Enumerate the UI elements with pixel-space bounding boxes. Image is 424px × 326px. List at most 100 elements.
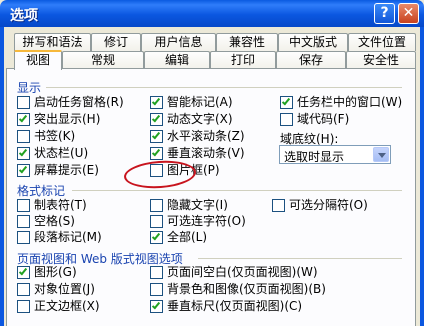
display-col1-option-0[interactable]: 启动任务窗格(R) xyxy=(17,96,124,111)
tab-file-locations[interactable]: 文件位置 xyxy=(348,33,416,51)
checkbox[interactable] xyxy=(17,266,30,279)
checkmark-icon xyxy=(151,130,161,140)
checkmark-icon xyxy=(151,96,161,106)
option-label: 背景色和图像(仅页面视图)(B) xyxy=(167,282,326,296)
tab-spelling-grammar[interactable]: 拼写和语法 xyxy=(14,33,91,51)
chevron-down-icon[interactable] xyxy=(373,147,389,162)
pageview-col1-option-0[interactable]: 图形(G) xyxy=(17,266,77,281)
tab-save[interactable]: 保存 xyxy=(276,51,346,69)
checkbox[interactable] xyxy=(17,96,30,109)
format-marks-group-divider xyxy=(72,190,402,191)
tab-security[interactable]: 安全性 xyxy=(346,51,416,69)
option-label: 全部(L) xyxy=(167,230,208,244)
checkmark-icon xyxy=(151,147,161,157)
option-label: 动态文字(X) xyxy=(167,112,233,126)
checkbox[interactable] xyxy=(17,215,30,228)
pageview-col1-option-2[interactable]: 正文边框(X) xyxy=(17,300,100,315)
checkbox[interactable] xyxy=(150,231,163,244)
option-label: 页面间空白(仅页面视图)(W) xyxy=(167,265,318,279)
checkbox[interactable] xyxy=(17,199,30,212)
option-label: 隐藏文字(I) xyxy=(167,198,228,212)
option-label: 突出显示(H) xyxy=(34,112,101,126)
option-label: 状态栏(U) xyxy=(34,146,89,160)
option-label: 图形(G) xyxy=(34,265,77,279)
checkbox[interactable] xyxy=(17,283,30,296)
pageview-col2-option-2[interactable]: 垂直标尺(仅页面视图)(C) xyxy=(150,300,302,315)
tab-track-changes[interactable]: 修订 xyxy=(91,33,141,51)
checkbox[interactable] xyxy=(17,300,30,313)
option-label: 垂直标尺(仅页面视图)(C) xyxy=(167,299,303,313)
option-label: 对象位置(J) xyxy=(34,282,95,296)
option-label: 水平滚动条(Z) xyxy=(167,129,245,143)
checkbox[interactable] xyxy=(150,199,163,212)
close-button[interactable]: ✕ xyxy=(398,3,419,24)
field-shading-select[interactable]: 选取时显示 xyxy=(279,145,391,164)
checkbox[interactable] xyxy=(150,96,163,109)
tab-compatibility[interactable]: 兼容性 xyxy=(216,33,278,51)
display-col2-option-0[interactable]: 智能标记(A) xyxy=(150,96,233,111)
display-col3-option-1[interactable]: 域代码(F) xyxy=(280,113,349,128)
pageview-col2-option-0[interactable]: 页面间空白(仅页面视图)(W) xyxy=(150,266,318,281)
window-frame-left xyxy=(0,27,4,326)
checkmark-icon xyxy=(18,164,28,174)
display-col1-option-2[interactable]: 书签(K) xyxy=(17,130,75,145)
tab-edit[interactable]: 编辑 xyxy=(144,51,210,69)
checkmark-icon xyxy=(18,113,28,123)
option-label: 正文边框(X) xyxy=(34,299,100,313)
title-bar: 选项 ? ✕ xyxy=(0,0,424,27)
format-col1-option-1[interactable]: 空格(S) xyxy=(17,215,75,230)
checkmark-icon xyxy=(18,147,28,157)
checkbox[interactable] xyxy=(150,147,163,160)
tab-general[interactable]: 常规 xyxy=(62,51,144,69)
checkbox[interactable] xyxy=(17,164,30,177)
format-col2-option-1[interactable]: 可选连字符(O) xyxy=(150,215,246,230)
display-col1-option-1[interactable]: 突出显示(H) xyxy=(17,113,100,128)
window-frame-right xyxy=(420,27,424,326)
display-group-divider xyxy=(46,87,402,88)
tab-view[interactable]: 视图 xyxy=(14,50,62,70)
window-title: 选项 xyxy=(10,8,38,24)
help-button[interactable]: ? xyxy=(374,3,395,24)
option-label: 垂直滚动条(V) xyxy=(167,146,245,160)
checkbox[interactable] xyxy=(150,300,163,313)
checkbox[interactable] xyxy=(17,231,30,244)
display-col2-option-1[interactable]: 动态文字(X) xyxy=(150,113,233,128)
option-label: 任务栏中的窗口(W) xyxy=(297,95,403,109)
checkbox[interactable] xyxy=(17,130,30,143)
format-col1-option-2[interactable]: 段落标记(M) xyxy=(17,231,102,246)
page-view-group-divider xyxy=(198,258,402,259)
checkbox[interactable] xyxy=(17,147,30,160)
checkbox[interactable] xyxy=(150,113,163,126)
tab-print[interactable]: 打印 xyxy=(210,51,276,69)
option-label: 启动任务窗格(R) xyxy=(34,95,124,109)
display-col1-option-3[interactable]: 状态栏(U) xyxy=(17,147,88,162)
checkmark-icon xyxy=(151,113,161,123)
checkmark-icon xyxy=(281,96,291,106)
checkbox[interactable] xyxy=(150,215,163,228)
format-col2-option-0[interactable]: 隐藏文字(I) xyxy=(150,199,228,214)
display-col1-option-4[interactable]: 屏幕提示(E) xyxy=(17,164,99,179)
format-col1-option-0[interactable]: 制表符(T) xyxy=(17,199,87,214)
checkbox[interactable] xyxy=(280,113,293,126)
checkmark-icon xyxy=(151,300,161,310)
checkbox[interactable] xyxy=(150,266,163,279)
option-label: 空格(S) xyxy=(34,214,75,228)
checkmark-icon xyxy=(151,231,161,241)
format-col2-option-2[interactable]: 全部(L) xyxy=(150,231,207,246)
tab-chinese-layout[interactable]: 中文版式 xyxy=(278,33,348,51)
format-col3-option-0[interactable]: 可选分隔符(O) xyxy=(272,199,368,214)
checkbox[interactable] xyxy=(272,199,285,212)
display-col2-option-2[interactable]: 水平滚动条(Z) xyxy=(150,130,245,145)
field-shading-value: 选取时显示 xyxy=(284,150,345,164)
pageview-col2-option-1[interactable]: 背景色和图像(仅页面视图)(B) xyxy=(150,283,326,298)
checkmark-icon xyxy=(18,266,28,276)
display-col3-option-0[interactable]: 任务栏中的窗口(W) xyxy=(280,96,402,111)
option-label: 域代码(F) xyxy=(297,112,350,126)
checkbox[interactable] xyxy=(17,113,30,126)
format-marks-group-title: 格式标记 xyxy=(17,184,66,198)
checkbox[interactable] xyxy=(150,283,163,296)
pageview-col1-option-1[interactable]: 对象位置(J) xyxy=(17,283,95,298)
tab-user-info[interactable]: 用户信息 xyxy=(141,33,216,51)
checkbox[interactable] xyxy=(280,96,293,109)
checkbox[interactable] xyxy=(150,130,163,143)
